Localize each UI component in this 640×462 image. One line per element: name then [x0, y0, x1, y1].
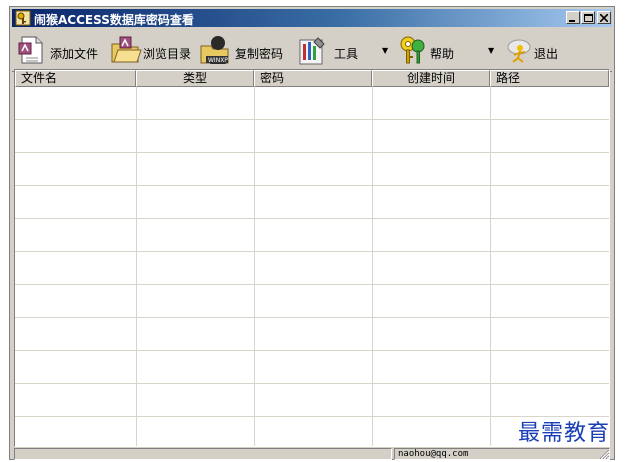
column-header-path[interactable]: 路径 — [490, 70, 609, 87]
toolbar: 添加文件 浏览目录 WINXP 复制密码 工具 ▼ 帮助 ▼ 退出 — [12, 29, 612, 72]
watermark-text: 最需教育 — [518, 421, 611, 446]
file-list-view[interactable]: 文件名 类型 密码 创建时间 路径 — [14, 69, 610, 447]
maximize-button[interactable] — [581, 11, 595, 24]
tools-icon — [299, 37, 325, 65]
list-header: 文件名 类型 密码 创建时间 路径 — [15, 70, 609, 87]
empty-grid-row — [15, 219, 609, 252]
add-file-icon — [18, 36, 43, 64]
help-button[interactable]: 帮助 — [396, 33, 466, 69]
empty-grid-row — [15, 87, 609, 120]
status-panel-main — [14, 448, 392, 460]
exit-label: 退出 — [534, 47, 559, 61]
tools-dropdown-arrow-icon[interactable]: ▼ — [382, 46, 388, 55]
grid-column-line — [372, 87, 373, 446]
app-key-icon — [15, 10, 31, 26]
app-window: 闹猴ACCESS数据库密码查看 添加文件 浏览目录 WINXP 复制密码 工具 … — [9, 6, 615, 460]
add-file-label: 添加文件 — [50, 47, 99, 61]
help-dropdown-arrow-icon[interactable]: ▼ — [488, 46, 494, 55]
column-header-filename[interactable]: 文件名 — [15, 70, 136, 87]
empty-grid-row — [15, 285, 609, 318]
help-keys-icon — [400, 36, 425, 64]
minimize-button[interactable] — [566, 11, 580, 24]
minimize-icon — [569, 20, 575, 22]
close-button[interactable] — [597, 11, 611, 24]
resize-grip-icon[interactable] — [599, 449, 610, 460]
empty-grid-row — [15, 384, 609, 417]
status-bar: naohou@qq.com — [14, 448, 610, 460]
close-icon — [600, 14, 608, 22]
copy-password-label: 复制密码 — [235, 47, 284, 61]
tools-label: 工具 — [334, 47, 359, 61]
tools-button[interactable]: 工具 — [296, 33, 358, 69]
title-bar[interactable]: 闹猴ACCESS数据库密码查看 — [12, 9, 612, 27]
grid-column-line — [136, 87, 137, 446]
empty-grid-row — [15, 318, 609, 351]
browse-folder-icon — [111, 36, 142, 63]
column-header-type[interactable]: 类型 — [136, 70, 254, 87]
empty-grid-row — [15, 351, 609, 384]
window-title: 闹猴ACCESS数据库密码查看 — [34, 13, 194, 27]
browse-folder-label: 浏览目录 — [143, 47, 192, 61]
empty-grid — [15, 87, 609, 446]
empty-grid-row — [15, 153, 609, 186]
column-header-created-time[interactable]: 创建时间 — [372, 70, 490, 87]
exit-button[interactable]: 退出 — [502, 33, 562, 69]
grid-column-line — [490, 87, 491, 446]
grid-column-line — [254, 87, 255, 446]
svg-text:WINXP: WINXP — [208, 57, 228, 64]
empty-grid-row — [15, 252, 609, 285]
empty-grid-row — [15, 120, 609, 153]
exit-icon — [507, 39, 531, 63]
copy-password-button[interactable]: WINXP 复制密码 — [200, 33, 290, 69]
copy-password-icon: WINXP — [200, 36, 229, 64]
help-label: 帮助 — [430, 47, 455, 61]
empty-grid-row — [15, 186, 609, 219]
status-email: naohou@qq.com — [394, 448, 610, 460]
column-header-password[interactable]: 密码 — [254, 70, 372, 87]
maximize-icon — [584, 14, 593, 22]
add-file-button[interactable]: 添加文件 — [16, 33, 104, 69]
browse-folder-button[interactable]: 浏览目录 — [110, 33, 198, 69]
